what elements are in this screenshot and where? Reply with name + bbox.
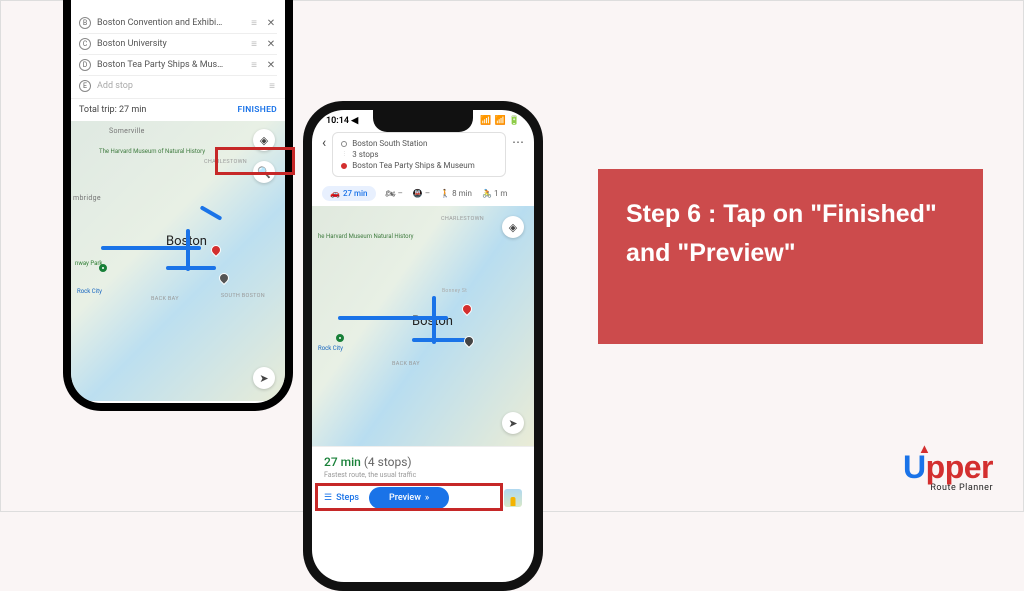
stop-letter-icon: B xyxy=(79,17,91,29)
mode-bike[interactable]: 🚴1 m xyxy=(482,189,507,198)
map-pin-stop xyxy=(209,243,223,257)
wifi-icon: 📶 xyxy=(495,116,506,126)
stop-row-d[interactable]: D Boston Tea Party Ships & Mus… ≡ ✕ xyxy=(79,55,277,76)
map-pin-stop xyxy=(217,271,231,285)
streetview-icon[interactable] xyxy=(504,489,522,507)
total-trip-label: Total trip: 27 min xyxy=(79,105,146,115)
phone-right: 10:14 ◀ 📶 📶 🔋 ‹ Boston South Station ⋮3 … xyxy=(303,101,543,591)
stop-letter-icon: E xyxy=(79,80,91,92)
sheet-stops: (4 stops) xyxy=(364,455,412,469)
sheet-time: 27 min (4 stops) xyxy=(324,455,522,469)
map-label-museum: The Harvard Museum of Natural History xyxy=(99,149,205,156)
map-label-backbay: BACK BAY xyxy=(151,296,179,302)
phone-left-screen: B Boston Convention and Exhibi… ≡ ✕ C Bo… xyxy=(71,0,285,403)
highlight-finished xyxy=(215,147,295,175)
stops-panel: B Boston Convention and Exhibi… ≡ ✕ C Bo… xyxy=(71,7,285,98)
highlight-preview xyxy=(315,483,503,511)
navigate-icon[interactable]: ➤ xyxy=(502,412,524,434)
phone-left: B Boston Convention and Exhibi… ≡ ✕ C Bo… xyxy=(63,0,293,411)
destination-pin-icon xyxy=(341,163,347,169)
finished-button[interactable]: FINISHED xyxy=(237,105,277,115)
stop-name: Boston Tea Party Ships & Mus… xyxy=(97,60,243,70)
instruction-text: Step 6 : Tap on "Finished" and "Preview" xyxy=(626,200,937,267)
map-pin-destination xyxy=(460,302,474,316)
close-icon[interactable]: ✕ xyxy=(265,18,277,29)
drag-handle-icon[interactable]: ≡ xyxy=(267,81,277,92)
route-middle: 3 stops xyxy=(352,150,378,159)
close-icon[interactable]: ✕ xyxy=(265,60,277,71)
mode-motorcycle[interactable]: 🏍– xyxy=(386,189,403,198)
map-label-southboston: SOUTH BOSTON xyxy=(221,293,265,299)
battery-icon: 🔋 xyxy=(509,116,520,126)
car-icon: 🚗 xyxy=(330,189,340,198)
stop-name: Boston Convention and Exhibi… xyxy=(97,18,243,28)
trip-summary-bar: Total trip: 27 min FINISHED xyxy=(71,98,285,121)
stop-letter-icon: C xyxy=(79,38,91,50)
phone-right-screen: 10:14 ◀ 📶 📶 🔋 ‹ Boston South Station ⋮3 … xyxy=(312,110,534,582)
status-time: 10:14 ◀ xyxy=(326,116,358,126)
navigate-icon[interactable]: ➤ xyxy=(253,367,275,389)
map-label-bonney: Bonney St xyxy=(442,288,467,294)
signal-icon: 📶 xyxy=(480,116,491,126)
map-label-charlestown: CHARLESTOWN xyxy=(441,216,484,222)
mode-transit[interactable]: 🚇– xyxy=(413,189,430,198)
mode-car[interactable]: 🚗 27 min xyxy=(322,186,376,201)
mode-walk[interactable]: 🚶8 min xyxy=(440,189,472,198)
instruction-panel: Step 6 : Tap on "Finished" and "Preview" xyxy=(598,169,983,344)
phone-notch xyxy=(373,110,473,132)
mode-car-time: 27 min xyxy=(343,189,368,198)
stop-row-add[interactable]: E Add stop ≡ xyxy=(79,76,277,96)
logo-pper: pper xyxy=(926,449,993,485)
drag-handle-icon[interactable]: ≡ xyxy=(249,60,259,71)
drag-handle-icon[interactable]: ≡ xyxy=(249,39,259,50)
more-icon[interactable]: ⋯ xyxy=(512,132,524,149)
stop-name: Boston University xyxy=(97,39,243,49)
route-card[interactable]: Boston South Station ⋮3 stops Boston Tea… xyxy=(332,132,506,177)
map-pin-stop xyxy=(462,334,476,348)
logo-u: U xyxy=(903,449,926,485)
add-stop-placeholder: Add stop xyxy=(97,81,261,91)
stop-letter-icon: D xyxy=(79,59,91,71)
sheet-subtitle: Fastest route, the usual traffic xyxy=(324,471,522,479)
motorcycle-icon: 🏍 xyxy=(386,189,396,198)
map-label-backbay: BACK BAY xyxy=(392,361,420,367)
walk-icon: 🚶 xyxy=(440,189,450,198)
layers-icon[interactable]: ◈ xyxy=(502,216,524,238)
map-label-rockcity: Rock City xyxy=(318,346,343,353)
mode-walk-time: 8 min xyxy=(452,189,472,198)
map-view[interactable]: CHARLESTOWN he Harvard Museum Natural Hi… xyxy=(312,206,534,446)
map-label-cambridge: mbridge xyxy=(73,194,101,202)
stop-row-b[interactable]: B Boston Convention and Exhibi… ≡ ✕ xyxy=(79,13,277,34)
drag-handle-icon[interactable]: ≡ xyxy=(249,18,259,29)
route-end: Boston Tea Party Ships & Museum xyxy=(352,161,475,170)
map-pin-start xyxy=(99,264,107,272)
map-label-somerville: Somerville xyxy=(109,127,145,135)
map-pin-start xyxy=(336,334,344,342)
route-start: Boston South Station xyxy=(352,139,427,148)
stop-row-c[interactable]: C Boston University ≡ ✕ xyxy=(79,34,277,55)
mode-bike-time: 1 m xyxy=(494,189,508,198)
map-label-rockcity: Rock City xyxy=(77,289,102,296)
transit-icon: 🚇 xyxy=(413,189,423,198)
status-icons: 📶 📶 🔋 xyxy=(480,116,520,126)
map-label-museum: he Harvard Museum Natural History xyxy=(318,234,414,241)
close-icon[interactable]: ✕ xyxy=(265,39,277,50)
back-icon[interactable]: ‹ xyxy=(322,132,326,151)
upper-logo: ▲ Upper Route Planner xyxy=(903,449,993,493)
bike-icon: 🚴 xyxy=(482,189,492,198)
route-header: ‹ Boston South Station ⋮3 stops Boston T… xyxy=(312,128,534,181)
travel-mode-bar: 🚗 27 min 🏍– 🚇– 🚶8 min 🚴1 m xyxy=(312,181,534,206)
